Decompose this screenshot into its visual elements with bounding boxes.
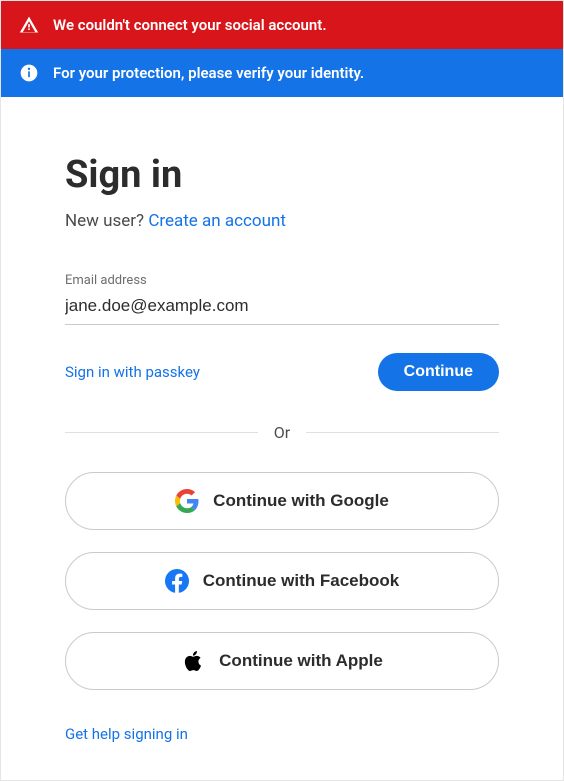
- google-signin-label: Continue with Google: [213, 491, 389, 511]
- divider: Or: [65, 423, 499, 442]
- google-icon: [175, 489, 199, 513]
- google-signin-button[interactable]: Continue with Google: [65, 472, 499, 530]
- facebook-signin-label: Continue with Facebook: [203, 571, 399, 591]
- create-account-link[interactable]: Create an account: [148, 211, 286, 231]
- help-signing-in-link[interactable]: Get help signing in: [65, 725, 188, 743]
- facebook-icon: [165, 569, 189, 593]
- actions-row: Sign in with passkey Continue: [65, 353, 499, 391]
- continue-button[interactable]: Continue: [378, 353, 499, 391]
- apple-signin-label: Continue with Apple: [219, 651, 383, 671]
- divider-line-right: [306, 432, 499, 433]
- email-field-group: Email address: [65, 273, 499, 325]
- new-user-text: New user?: [65, 211, 148, 231]
- signin-form: Sign in New user? Create an account Emai…: [1, 97, 563, 771]
- email-input[interactable]: [65, 292, 499, 325]
- apple-signin-button[interactable]: Continue with Apple: [65, 632, 499, 690]
- passkey-link[interactable]: Sign in with passkey: [65, 363, 200, 381]
- new-user-row: New user? Create an account: [65, 211, 499, 231]
- warning-icon: [19, 15, 39, 35]
- info-icon: [19, 63, 39, 83]
- error-banner: We couldn't connect your social account.: [1, 1, 563, 49]
- divider-text: Or: [274, 423, 290, 442]
- facebook-signin-button[interactable]: Continue with Facebook: [65, 552, 499, 610]
- divider-line-left: [65, 432, 258, 433]
- error-banner-text: We couldn't connect your social account.: [53, 16, 327, 34]
- info-banner-text: For your protection, please verify your …: [53, 64, 364, 82]
- info-banner: For your protection, please verify your …: [1, 49, 563, 97]
- page-title: Sign in: [65, 153, 499, 197]
- email-label: Email address: [65, 273, 499, 288]
- apple-icon: [181, 649, 205, 673]
